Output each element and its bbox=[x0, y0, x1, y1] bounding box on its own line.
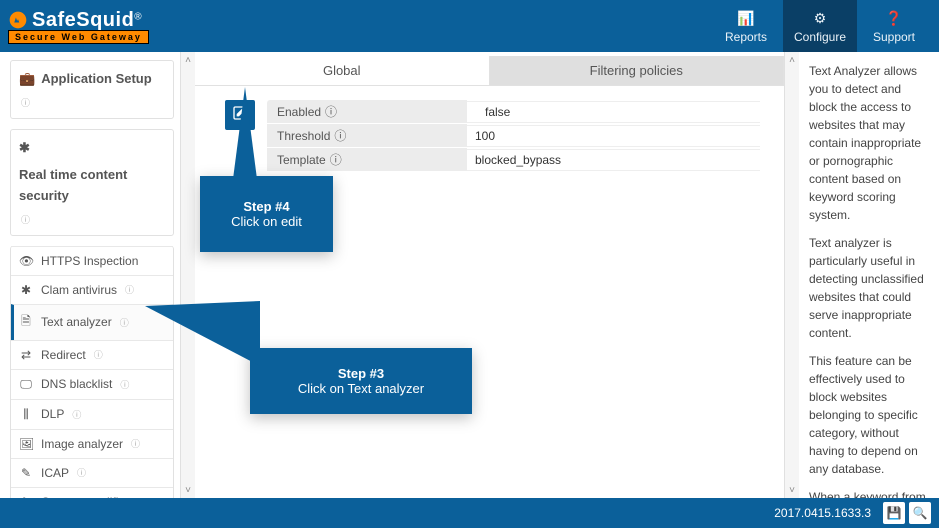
bottombar: 2017.0415.1633.3 💾 🔍 bbox=[0, 498, 939, 528]
brand-reg: ® bbox=[134, 11, 141, 22]
prop-enabled-value: false bbox=[467, 101, 760, 123]
sidebar-item-label: Text analyzer bbox=[41, 315, 112, 329]
briefcase-icon: 💼 bbox=[19, 69, 35, 90]
virus-icon: ✱ bbox=[19, 283, 33, 297]
properties-panel: Enabledⓘ false Thresholdⓘ 100 Templateⓘ … bbox=[195, 86, 784, 186]
section-realtime[interactable]: ✱ Real time content security ⓘ bbox=[10, 129, 174, 236]
tab-policies[interactable]: Filtering policies bbox=[490, 56, 785, 85]
prop-threshold-label: Threshold bbox=[277, 129, 330, 143]
section-app-setup-label: Application Setup bbox=[41, 69, 152, 90]
callout-sub: Click on edit bbox=[231, 214, 302, 229]
prop-template-label: Template bbox=[277, 153, 326, 167]
sidebar-scrollbar[interactable]: ˄ ˅ bbox=[180, 52, 195, 498]
dlp-icon: ⫼ bbox=[19, 407, 33, 422]
version-label: 2017.0415.1633.3 bbox=[774, 506, 871, 520]
info-icon: ⓘ bbox=[21, 213, 30, 227]
sidebar-item-label: DLP bbox=[41, 407, 64, 421]
info-icon: ⓘ bbox=[125, 283, 134, 296]
tab-global[interactable]: Global bbox=[195, 56, 490, 85]
nav-support[interactable]: ❓ Support bbox=[857, 0, 931, 52]
section-realtime-label: Real time content security bbox=[19, 165, 165, 207]
reports-icon: 📊 bbox=[737, 10, 754, 28]
image-icon: 🖼 bbox=[19, 437, 33, 451]
sidebar-item-label: Image analyzer bbox=[41, 437, 123, 451]
nav-support-label: Support bbox=[873, 30, 915, 44]
save-button[interactable]: 💾 bbox=[883, 502, 905, 524]
asterisk-icon: ✱ bbox=[19, 138, 30, 159]
help-text: Text analyzer is particularly useful in … bbox=[809, 234, 931, 342]
icap-icon: ✎ bbox=[19, 466, 33, 480]
tabs: Global Filtering policies bbox=[195, 56, 784, 86]
scroll-up-icon[interactable]: ˄ bbox=[181, 52, 195, 68]
search-button[interactable]: 🔍 bbox=[909, 502, 931, 524]
dns-icon: 🖵 bbox=[19, 377, 33, 392]
prop-enabled-label: Enabled bbox=[277, 105, 321, 119]
doc-icon: 🗎 bbox=[19, 312, 33, 333]
main: 💼 Application Setup ⓘ ✱ Real time conten… bbox=[0, 52, 939, 498]
section-app-setup[interactable]: 💼 Application Setup ⓘ bbox=[10, 60, 174, 119]
callout-title: Step #3 bbox=[338, 366, 384, 381]
sidebar-item-label: Clam antivirus bbox=[41, 283, 117, 297]
center-pane: Global Filtering policies Enabled ⓘ false… bbox=[195, 52, 784, 498]
brand: SafeSquid® Secure Web Gateway bbox=[8, 9, 149, 44]
tab-policies-label: Filtering policies bbox=[590, 63, 683, 78]
sidebar: 💼 Application Setup ⓘ ✱ Real time conten… bbox=[0, 52, 180, 498]
info-icon: ⓘ bbox=[334, 127, 346, 144]
sidebar-item-label: ICAP bbox=[41, 466, 69, 480]
prop-threshold-value: 100 bbox=[467, 125, 760, 147]
sidebar-item-dlp[interactable]: ⫼ DLP ⓘ bbox=[11, 399, 173, 429]
help-text: Text Analyzer allows you to detect and b… bbox=[809, 62, 931, 224]
info-icon: ⓘ bbox=[325, 103, 337, 120]
scroll-down-icon[interactable]: ˅ bbox=[785, 482, 799, 498]
callout-title: Step #4 bbox=[243, 199, 289, 214]
sidebar-item-label: Redirect bbox=[41, 348, 86, 362]
topbar: SafeSquid® Secure Web Gateway 📊 Reports … bbox=[0, 0, 939, 52]
tab-global-label: Global bbox=[323, 63, 361, 78]
scroll-up-icon[interactable]: ˄ bbox=[785, 52, 799, 68]
configure-icon: ⚙ bbox=[814, 10, 827, 28]
sidebar-item-icap[interactable]: ✎ ICAP ⓘ bbox=[11, 458, 173, 487]
sidebar-item-label: HTTPS Inspection bbox=[41, 254, 138, 268]
search-icon: 🔍 bbox=[913, 506, 928, 520]
brand-tagline: Secure Web Gateway bbox=[8, 30, 149, 44]
info-icon: ⓘ bbox=[77, 466, 86, 479]
help-text: This feature can be effectively used to … bbox=[809, 352, 931, 478]
nav-configure[interactable]: ⚙ Configure bbox=[783, 0, 857, 52]
callout-step4: Step #4 Click on edit bbox=[200, 176, 333, 252]
sidebar-item-clam[interactable]: ✱ Clam antivirus ⓘ bbox=[11, 275, 173, 304]
nav-reports-label: Reports bbox=[725, 30, 767, 44]
info-icon: ⓘ bbox=[21, 96, 30, 110]
brand-icon bbox=[8, 10, 28, 30]
save-icon: 💾 bbox=[887, 506, 902, 520]
info-icon: ⓘ bbox=[120, 316, 129, 329]
sidebar-item-https[interactable]: 👁 HTTPS Inspection bbox=[11, 246, 173, 275]
sidebar-item-label: DNS blacklist bbox=[41, 377, 112, 391]
callout-step3: Step #3 Click on Text analyzer bbox=[250, 348, 472, 414]
nav-reports[interactable]: 📊 Reports bbox=[709, 0, 783, 52]
scroll-down-icon[interactable]: ˅ bbox=[181, 482, 195, 498]
help-scrollbar[interactable]: ˄ ˅ bbox=[784, 52, 799, 498]
sidebar-item-dnsbl[interactable]: 🖵 DNS blacklist ⓘ bbox=[11, 369, 173, 399]
sidebar-list: 👁 HTTPS Inspection ✱ Clam antivirus ⓘ 🗎 Text… bbox=[10, 246, 174, 517]
eye-icon: 👁 bbox=[19, 254, 33, 268]
info-icon: ⓘ bbox=[131, 437, 140, 450]
redirect-icon: ⇄ bbox=[19, 348, 33, 362]
help-text: When a keyword from the list of words sp… bbox=[809, 488, 931, 498]
info-icon: ⓘ bbox=[72, 408, 81, 421]
info-icon: ⓘ bbox=[330, 151, 342, 168]
info-icon: ⓘ bbox=[120, 378, 129, 391]
support-icon: ❓ bbox=[885, 10, 902, 28]
sidebar-item-image[interactable]: 🖼 Image analyzer ⓘ bbox=[11, 429, 173, 458]
brand-name: SafeSquid bbox=[32, 9, 134, 31]
prop-template-value: blocked_bypass bbox=[467, 149, 760, 171]
info-icon: ⓘ bbox=[94, 348, 103, 361]
callout-sub: Click on Text analyzer bbox=[298, 381, 424, 396]
nav-configure-label: Configure bbox=[794, 30, 846, 44]
help-panel: Text Analyzer allows you to detect and b… bbox=[799, 52, 939, 498]
